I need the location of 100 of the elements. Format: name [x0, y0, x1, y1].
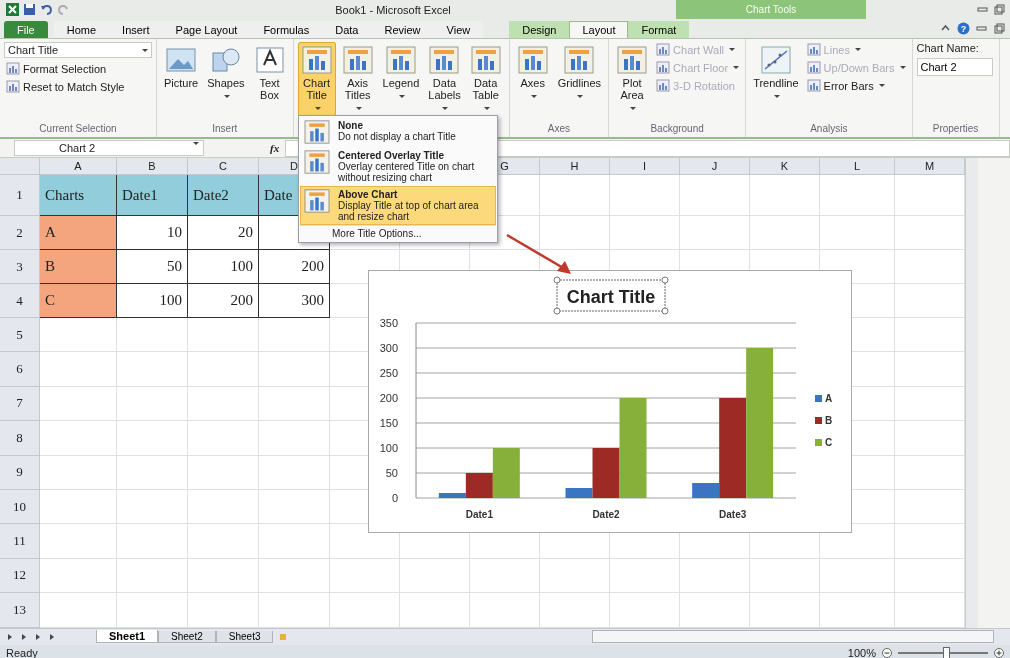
ribbon-tab[interactable]: Design [509, 21, 570, 38]
table-cell[interactable]: C [40, 284, 117, 318]
row-header[interactable]: 3 [0, 250, 40, 284]
ribbon-tab[interactable]: Layout [569, 21, 629, 38]
chart-title[interactable]: Chart Title [553, 276, 669, 315]
row-header[interactable]: 13 [0, 593, 40, 628]
row-header[interactable]: 11 [0, 524, 40, 559]
ribbon-tab[interactable]: Page Layout [162, 21, 251, 38]
row-header[interactable]: 7 [0, 386, 40, 422]
column-header[interactable]: K [750, 158, 820, 175]
ribbon-button[interactable]: Text Box [250, 42, 289, 104]
ribbon-tab[interactable]: Formulas [250, 21, 323, 38]
row-header[interactable]: 4 [0, 284, 40, 318]
caret-icon [314, 106, 321, 110]
table-cell[interactable]: 10 [117, 216, 188, 250]
help-icon[interactable]: ? [957, 22, 970, 35]
table-cell[interactable]: B [40, 250, 117, 284]
chart-icon [304, 120, 330, 144]
ribbon-button[interactable]: Plot Area [613, 42, 652, 116]
table-cell[interactable]: A [40, 216, 117, 250]
function-button[interactable]: fx [270, 142, 280, 154]
column-header[interactable]: C [188, 158, 259, 175]
column-header[interactable]: I [610, 158, 680, 175]
ribbon-button[interactable]: Data Labels [425, 42, 464, 116]
sheet-tab[interactable]: Sheet1 [96, 630, 159, 643]
ribbon-button[interactable]: Legend [379, 42, 423, 104]
chart-icon [656, 61, 671, 74]
column-header[interactable]: J [680, 158, 750, 175]
ribbon-button[interactable]: Shapes [204, 42, 248, 104]
undo-icon[interactable] [40, 3, 53, 16]
horizontal-scrollbar[interactable] [592, 630, 994, 643]
ribbon-button[interactable]: Axes [513, 42, 552, 104]
ribbon-button[interactable]: Chart Title [297, 42, 336, 116]
column-header[interactable]: A [40, 158, 117, 175]
status-text: Ready [6, 646, 38, 658]
sheet-tab[interactable]: Sheet2 [158, 630, 216, 643]
legend-label: A [825, 393, 833, 404]
more-title-options[interactable]: More Title Options... [300, 225, 496, 241]
row-header[interactable]: 12 [0, 558, 40, 594]
ribbon-tab[interactable]: Data [322, 21, 372, 38]
row-header[interactable]: 8 [0, 421, 40, 456]
row-header[interactable]: 6 [0, 352, 40, 387]
ribbon-button[interactable]: Data Table [466, 42, 505, 116]
group-label: Current Selection [39, 123, 117, 134]
excel-logo-icon[interactable] [6, 3, 19, 16]
table-cell[interactable]: 100 [117, 284, 188, 318]
column-header[interactable]: B [117, 158, 188, 175]
ribbon-tab[interactable]: Format [628, 21, 690, 38]
restore-icon[interactable] [993, 3, 1006, 16]
row-header[interactable]: 9 [0, 455, 40, 490]
row-header[interactable]: 1 [0, 175, 40, 216]
chart-icon [300, 45, 333, 75]
chart-name-field[interactable]: Chart 2 [916, 58, 993, 76]
menu-item[interactable]: None Do not display a chart Title [300, 117, 496, 147]
ribbon-tab[interactable]: File [4, 21, 48, 38]
selection-dropdown[interactable]: Chart Title [4, 42, 152, 58]
chart-icon [469, 45, 502, 75]
caret-icon [878, 84, 885, 87]
table-cell[interactable]: 50 [117, 250, 188, 284]
sheet-tab[interactable]: Sheet3 [215, 630, 274, 643]
ribbon-tab[interactable]: Insert [109, 21, 163, 38]
vertical-scrollbar[interactable] [965, 158, 978, 628]
table-cell[interactable]: 100 [188, 250, 259, 284]
column-header[interactable]: M [895, 158, 965, 175]
table-cell[interactable]: Charts [40, 175, 117, 216]
chart-icon [656, 43, 671, 56]
row-header[interactable]: 5 [0, 318, 40, 353]
row-header[interactable]: 2 [0, 216, 40, 250]
ribbon-button[interactable]: Axis Titles [338, 42, 377, 116]
table-cell[interactable]: Date1 [117, 175, 188, 216]
table-cell[interactable]: 200 [188, 284, 259, 318]
table-cell[interactable]: Date2 [188, 175, 259, 216]
chart-name-label: Chart Name: [916, 42, 980, 54]
chart-area[interactable]: Chart Title 0 50 100 150 200 250 300 350 Date1 Date2 Date3 A B C [368, 270, 852, 533]
ribbon-tab[interactable]: View [433, 21, 484, 38]
y-tick-label: 150 [379, 417, 398, 429]
column-header[interactable]: H [540, 158, 610, 175]
trendline-icon [759, 45, 792, 75]
ribbon-tab[interactable]: Review [371, 21, 434, 38]
table-cell[interactable]: 300 [259, 284, 330, 318]
ribbon-button[interactable]: Gridlines [554, 42, 605, 104]
ribbon-button[interactable]: Trendline [750, 42, 802, 104]
ribbon-button[interactable]: Format Selection [4, 61, 152, 76]
save-icon[interactable] [23, 3, 36, 16]
table-cell[interactable]: 200 [259, 250, 330, 284]
zoom-out-icon[interactable] [882, 647, 892, 658]
restore-icon[interactable] [993, 22, 1006, 35]
ribbon-tab[interactable]: Home [53, 21, 110, 38]
zoom-in-icon[interactable] [994, 647, 1004, 658]
zoom-slider-thumb[interactable] [943, 646, 950, 658]
caret-icon [223, 94, 230, 98]
ribbon-button[interactable]: Error Bars [804, 78, 908, 93]
column-header[interactable]: L [820, 158, 895, 175]
chart-icon [563, 45, 596, 75]
ribbon-button[interactable]: Picture [161, 42, 202, 92]
table-cell[interactable]: 20 [188, 216, 259, 250]
name-box[interactable]: Chart 2 [14, 140, 204, 156]
row-header[interactable]: 10 [0, 489, 40, 525]
menu-item[interactable]: Above Chart Display Title at top of chart area and resize chart [300, 186, 496, 225]
ribbon-button[interactable]: Reset to Match Style [4, 79, 152, 94]
